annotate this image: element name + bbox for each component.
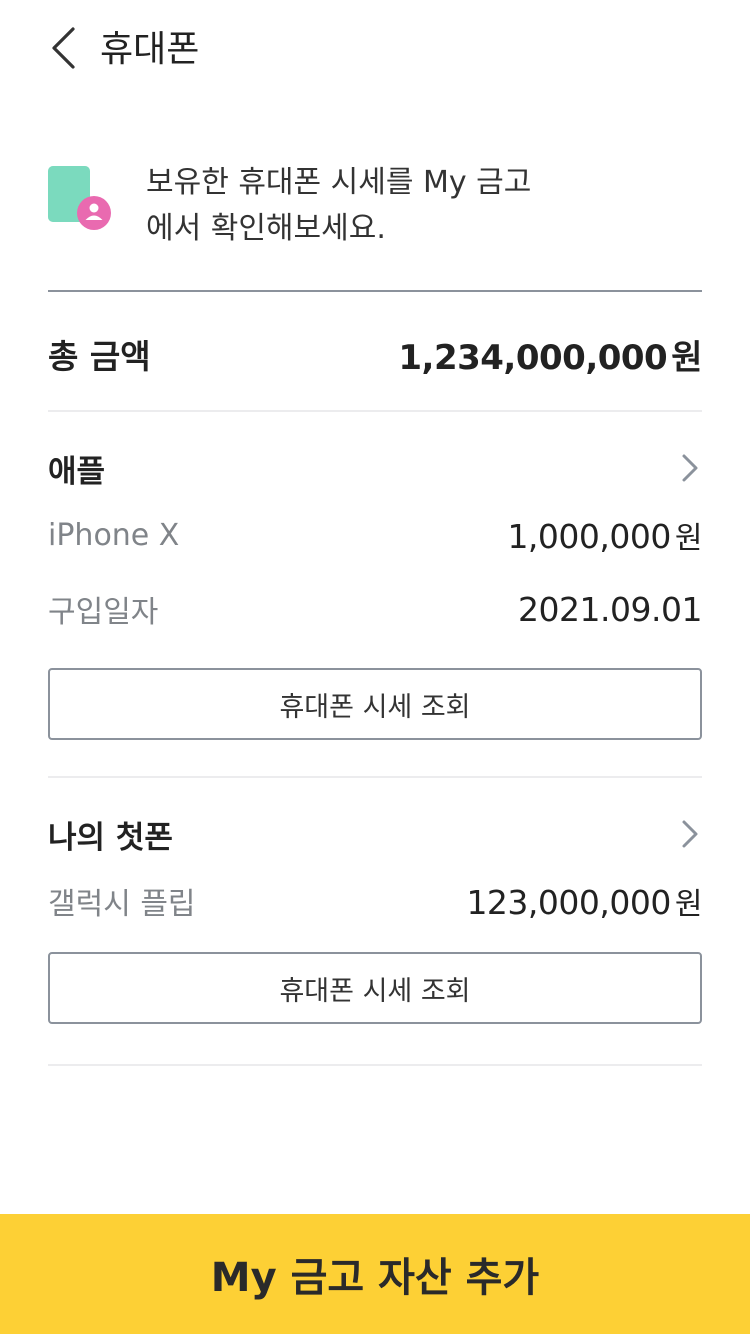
total-row: 총 금액 1,234,000,000 원 bbox=[48, 326, 702, 382]
phone-person-icon bbox=[48, 166, 111, 230]
intro-text: 보유한 휴대폰 시세를 My 금고 에서 확인해보세요. bbox=[146, 160, 686, 252]
phone-card: 나의 첫폰 갤럭시 플립 123,000,000 원 휴대폰 시세 조회 bbox=[48, 802, 703, 1024]
phone-name: 애플 bbox=[48, 453, 106, 490]
add-asset-button[interactable]: My 금고 자산 추가 bbox=[0, 1214, 750, 1334]
header: 휴대폰 bbox=[0, 0, 750, 100]
phone-price-value: 1,000,000 bbox=[507, 517, 671, 556]
page-title: 휴대폰 bbox=[100, 29, 200, 70]
purchase-date-label: 구입일자 bbox=[48, 595, 159, 630]
purchase-date-value: 2021.09.01 bbox=[518, 589, 702, 629]
phone-card-header[interactable]: 나의 첫폰 bbox=[48, 802, 702, 866]
phone-model-row: iPhone X 1,000,000 원 bbox=[48, 500, 703, 570]
phone-price: 123,000,000 원 bbox=[466, 879, 702, 923]
phone-model: 갤럭시 플립 bbox=[48, 887, 196, 922]
phone-card: 애플 iPhone X 1,000,000 원 구입일자 2021.09.01 휴… bbox=[48, 436, 703, 740]
phone-price-unit: 원 bbox=[674, 887, 703, 922]
price-check-button[interactable]: 휴대폰 시세 조회 bbox=[48, 668, 702, 740]
intro-banner: 보유한 휴대폰 시세를 My 금고 에서 확인해보세요. bbox=[48, 160, 702, 260]
total-label: 총 금액 bbox=[48, 337, 151, 376]
phone-price-unit: 원 bbox=[674, 521, 703, 556]
phone-name: 나의 첫폰 bbox=[48, 819, 173, 856]
total-amount: 1,234,000,000 원 bbox=[398, 330, 702, 379]
phone-card-header[interactable]: 애플 bbox=[48, 436, 702, 500]
phone-model-row: 갤럭시 플립 123,000,000 원 bbox=[48, 866, 703, 936]
phone-model: iPhone X bbox=[48, 517, 180, 553]
intro-line-1: 보유한 휴대폰 시세를 My 금고 bbox=[146, 165, 532, 200]
total-amount-value: 1,234,000,000 bbox=[398, 337, 668, 378]
phone-price: 1,000,000 원 bbox=[507, 513, 702, 557]
chevron-right-icon bbox=[678, 819, 702, 849]
total-amount-unit: 원 bbox=[671, 337, 702, 378]
divider bbox=[48, 1064, 702, 1066]
price-check-button[interactable]: 휴대폰 시세 조회 bbox=[48, 952, 702, 1024]
divider bbox=[48, 290, 702, 292]
chevron-left-icon bbox=[52, 27, 75, 69]
back-button[interactable] bbox=[36, 20, 92, 76]
purchase-date-row: 구입일자 2021.09.01 bbox=[48, 574, 702, 644]
intro-line-2: 에서 확인해보세요. bbox=[146, 211, 386, 246]
divider bbox=[48, 410, 702, 412]
divider bbox=[48, 776, 702, 778]
phone-price-value: 123,000,000 bbox=[466, 883, 671, 922]
chevron-right-icon bbox=[678, 453, 702, 483]
